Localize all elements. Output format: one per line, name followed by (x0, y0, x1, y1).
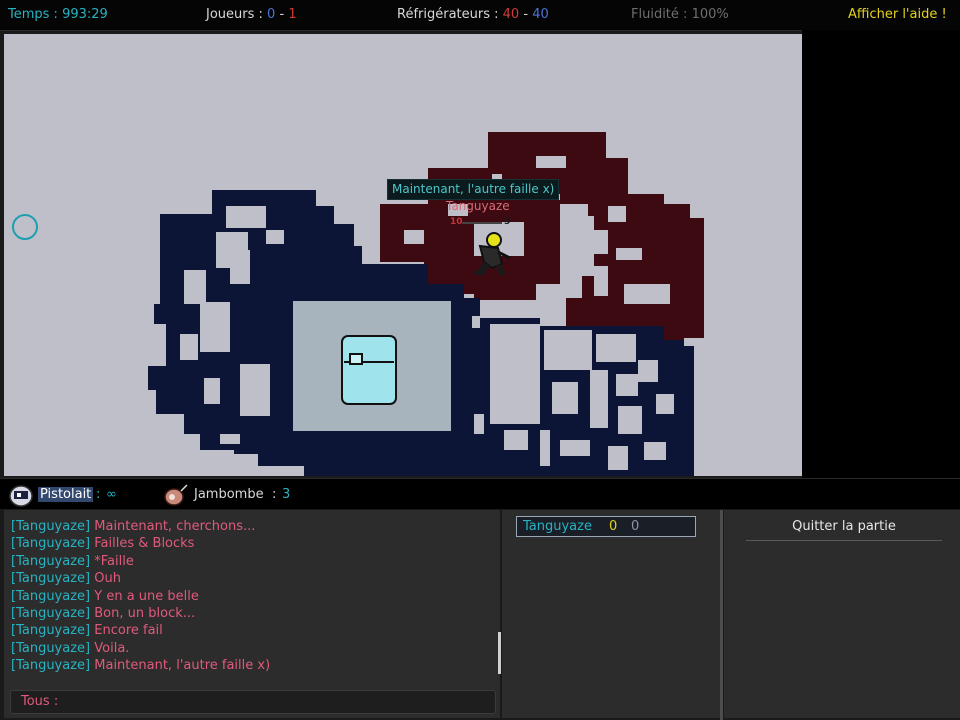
chat-message: [Tanguyaze] Maintenant, cherchons... (11, 519, 255, 534)
chat-scope-label[interactable]: Tous : (21, 694, 58, 709)
player-row[interactable]: Tanguyaze 0 0 (516, 516, 696, 537)
chat-text: Encore fail (94, 623, 163, 638)
chat-text: Failles & Blocks (94, 536, 195, 551)
chat-text: Voila. (94, 641, 130, 656)
player-row-deaths: 0 (631, 519, 640, 534)
chat-message: [Tanguyaze] Ouh (11, 571, 121, 586)
fridge-icon (341, 335, 397, 405)
chat-message: [Tanguyaze] *Faille (11, 554, 134, 569)
chat-message: [Tanguyaze] Bon, un block... (11, 606, 195, 621)
chat-text: *Faille (94, 554, 134, 569)
fridges-separator: - (523, 7, 529, 22)
chat-author: [Tanguyaze] (11, 623, 91, 638)
aim-cursor-circle (12, 214, 38, 240)
weapon-bar: Pistolait : ∞ Jambombe : 3 (0, 478, 960, 509)
fluidity-label: Fluidité : (631, 7, 688, 22)
chat-author: [Tanguyaze] (11, 641, 91, 656)
fluidity-display: Fluidité : 100% (631, 7, 729, 22)
players-red-count: 1 (288, 7, 297, 22)
chat-text: Ouh (94, 571, 121, 586)
time-value: 993:29 (62, 7, 108, 22)
fridges-count: Réfrigérateurs : 40 - 40 (397, 7, 549, 22)
panel-divider (720, 510, 723, 720)
chat-message: [Tanguyaze] Y en a une belle (11, 589, 199, 604)
weapon1-ammo: ∞ (106, 487, 117, 502)
chat-input[interactable] (71, 692, 485, 712)
chat-message: [Tanguyaze] Encore fail (11, 623, 163, 638)
chat-author: [Tanguyaze] (11, 658, 91, 673)
quit-game-button[interactable]: Quitter la partie (746, 516, 942, 541)
fridges-red-count: 40 (502, 7, 520, 22)
jambombe-icon[interactable] (162, 483, 190, 507)
show-help-link[interactable]: Afficher l'aide ! (848, 7, 947, 22)
player-hp-right: 5 (504, 217, 511, 227)
player-hp-left: 10 (450, 217, 463, 227)
chat-scrollbar[interactable] (498, 632, 501, 674)
chat-text: Bon, un block... (94, 606, 196, 621)
fluidity-value: 100% (691, 7, 729, 22)
chat-author: [Tanguyaze] (11, 589, 91, 604)
player-row-score: 0 (609, 519, 618, 534)
map-blocks (148, 132, 704, 476)
players-list-panel: Tanguyaze 0 0 (502, 510, 720, 718)
time-label: Temps : (8, 7, 58, 22)
weapon2-name[interactable]: Jambombe (194, 487, 264, 502)
chat-author: [Tanguyaze] (11, 536, 91, 551)
chat-panel: [Tanguyaze] Maintenant, cherchons... [Ta… (4, 510, 501, 718)
chat-message: [Tanguyaze] Failles & Blocks (11, 536, 194, 551)
chat-text: Maintenant, l'autre faille x) (94, 658, 271, 673)
player-name-tag: Tanguyaze (446, 199, 510, 213)
players-blue-count: 0 (267, 7, 276, 22)
fridges-label: Réfrigérateurs : (397, 7, 499, 22)
fridges-blue-count: 40 (532, 7, 549, 22)
players-label: Joueurs : (206, 7, 263, 22)
speech-bubble: Maintenant, l'autre faille x) (387, 179, 560, 200)
game-map[interactable]: Maintenant, l'autre faille x) Tanguyaze … (4, 34, 802, 476)
map-out-of-bounds (802, 30, 960, 478)
weapon1-separator: : (96, 487, 101, 502)
top-status-bar: Temps : 993:29 Joueurs : 0 - 1 Réfrigéra… (0, 0, 960, 31)
chat-message: [Tanguyaze] Voila. (11, 641, 129, 656)
weapon2-ammo: 3 (282, 487, 291, 502)
options-panel: Quitter la partie (724, 510, 960, 718)
pistolait-icon[interactable] (8, 483, 34, 507)
chat-text: Y en a une belle (94, 589, 199, 604)
weapon1-name[interactable]: Pistolait (38, 487, 94, 502)
chat-input-box[interactable]: Tous : (10, 690, 496, 714)
chat-author: [Tanguyaze] (11, 571, 91, 586)
players-separator: - (279, 7, 285, 22)
chat-author: [Tanguyaze] (11, 519, 91, 534)
chat-message: [Tanguyaze] Maintenant, l'autre faille x… (11, 658, 270, 673)
player-row-name: Tanguyaze (523, 519, 592, 534)
players-count: Joueurs : 0 - 1 (206, 7, 297, 22)
chat-text: Maintenant, cherchons... (94, 519, 256, 534)
player-hp-bar (462, 222, 502, 224)
weapon2-separator: : (272, 487, 277, 502)
chat-author: [Tanguyaze] (11, 554, 91, 569)
time-display: Temps : 993:29 (8, 7, 108, 22)
chat-author: [Tanguyaze] (11, 606, 91, 621)
